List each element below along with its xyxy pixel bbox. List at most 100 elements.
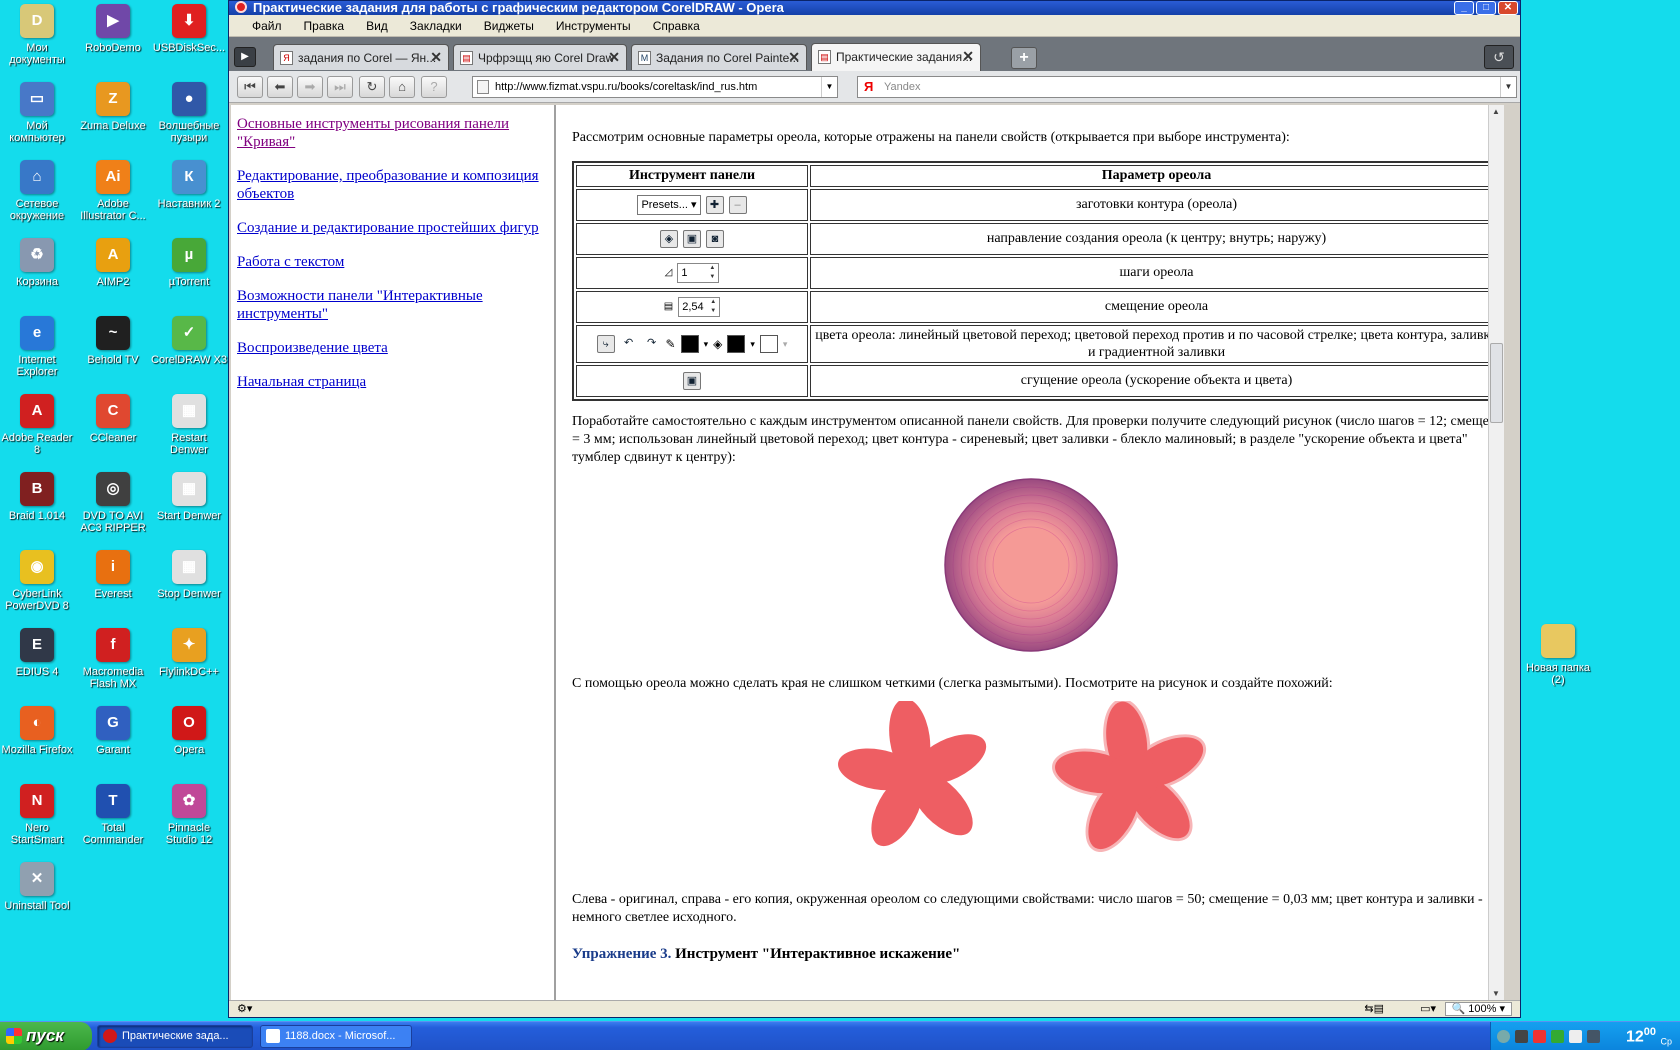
desktop-icon[interactable]: ✕ Uninstall Tool <box>0 858 75 912</box>
desktop-icon[interactable]: ▶ RoboDemo <box>75 0 151 54</box>
forward-button[interactable]: ➡ <box>297 76 323 98</box>
view-icon[interactable]: ▭▾ <box>1420 1002 1436 1015</box>
desktop-icon[interactable]: ◐ Mozilla Firefox <box>0 702 75 756</box>
fast-forward-button[interactable]: ⏭ <box>327 76 353 98</box>
nav-link-color[interactable]: Воспроизведение цвета <box>237 339 550 357</box>
tab-practical-tasks[interactable]: ▤ Практические задания... ✕ <box>811 43 981 71</box>
steps-spinner[interactable]: 1 <box>677 263 720 283</box>
desktop-icon[interactable]: ▭ Мой компьютер <box>0 78 75 144</box>
desktop-icon[interactable]: ⬇ USBDiskSec... <box>151 0 227 54</box>
menu-bookmarks[interactable]: Закладки <box>399 19 473 33</box>
nav-link-shapes[interactable]: Создание и редактирование простейших фиг… <box>237 219 550 237</box>
menu-file[interactable]: Файл <box>241 19 293 33</box>
nav-link-curve-tools[interactable]: Основные инструменты рисования панели "К… <box>237 115 550 151</box>
home-button[interactable]: ⌂ <box>389 76 415 98</box>
desktop-icon[interactable]: A Adobe Reader 8 <box>0 390 75 456</box>
desktop-icon[interactable]: ▦ Restart Denwer <box>151 390 227 456</box>
tab-yandex-search[interactable]: Я задания по Corel — Ян... ✕ <box>273 44 449 70</box>
scroll-up-icon[interactable]: ▲ <box>1492 107 1500 116</box>
close-tab-icon[interactable]: ✕ <box>430 49 442 66</box>
clockwise-icon[interactable]: ↷ <box>643 335 661 353</box>
start-button[interactable]: пуск <box>0 1022 92 1050</box>
desktop-icon[interactable]: ● Волшебные пузыри <box>151 78 227 144</box>
desktop-icon[interactable]: f Macromedia Flash MX <box>75 624 151 690</box>
tray-torrent-icon[interactable] <box>1551 1030 1564 1043</box>
panel-toggle-button[interactable]: ▶ <box>234 47 256 67</box>
taskbar-item-opera[interactable]: Практические зада... <box>97 1025 253 1048</box>
tray-keyboard-icon[interactable] <box>1587 1030 1600 1043</box>
desktop-icon[interactable]: ◉ CyberLink PowerDVD 8 <box>0 546 75 612</box>
wand-button[interactable]: ? <box>421 76 447 98</box>
outside-icon[interactable]: ◙ <box>706 230 724 248</box>
close-tab-icon[interactable]: ✕ <box>788 49 800 66</box>
address-bar[interactable]: http://www.fizmat.vspu.ru/books/coreltas… <box>472 76 838 98</box>
chevron-down-icon[interactable]: ▼ <box>821 77 837 97</box>
scroll-thumb[interactable] <box>1490 343 1503 423</box>
desktop-icon[interactable]: C CCleaner <box>75 390 151 444</box>
chevron-down-icon[interactable]: ▾ <box>750 335 755 353</box>
back-button[interactable]: ⬅ <box>267 76 293 98</box>
desktop-icon[interactable]: ~ Behold TV <box>75 312 151 366</box>
desktop-icon[interactable]: G Garant <box>75 702 151 756</box>
linear-blend-icon[interactable]: ⤷ <box>596 335 615 353</box>
desktop-icon[interactable]: ✓ CorelDRAW X3 <box>151 312 227 366</box>
desktop-icon[interactable]: ▦ Start Denwer <box>151 468 227 522</box>
maximize-button[interactable]: □ <box>1476 1 1496 15</box>
desktop-icon[interactable]: e Internet Explorer <box>0 312 75 378</box>
tray-volume-icon[interactable] <box>1569 1030 1582 1043</box>
minimize-button[interactable]: _ <box>1454 1 1474 15</box>
desktop-icon[interactable]: К Наставник 2 <box>151 156 227 210</box>
menu-view[interactable]: Вид <box>355 19 399 33</box>
desktop-icon[interactable]: µ µTorrent <box>151 234 227 288</box>
counterclockwise-icon[interactable]: ↶ <box>620 335 638 353</box>
presets-select[interactable]: Presets... ▾ <box>637 195 701 215</box>
offset-spinner[interactable]: 2,54 <box>678 297 721 317</box>
desktop-icon[interactable]: N Nero StartSmart <box>0 780 75 846</box>
desktop-icon[interactable]: B Braid 1.014 <box>0 468 75 522</box>
tray-arrow-icon[interactable] <box>1497 1030 1510 1043</box>
close-tab-icon[interactable]: ✕ <box>962 48 974 65</box>
reload-button[interactable]: ↻ <box>359 76 385 98</box>
tab-corel-draw[interactable]: ▤ Чрфрэщц яю Corel Draw ✕ <box>453 44 627 70</box>
panel-icon[interactable]: ⇆▤ <box>1364 1002 1384 1015</box>
nav-link-home[interactable]: Начальная страница <box>237 373 550 391</box>
desktop-icon[interactable]: ✿ Pinnacle Studio 12 <box>151 780 227 846</box>
chevron-down-icon[interactable]: ▾ <box>704 335 709 353</box>
fill-color-swatch[interactable] <box>727 335 746 353</box>
desktop-icon[interactable]: Ai Adobe Illustrator C... <box>75 156 151 222</box>
speed-dial-icon[interactable]: ⚙▾ <box>237 1002 252 1015</box>
desktop-icon[interactable]: E EDIUS 4 <box>0 624 75 678</box>
title-bar[interactable]: Практические задания для работы с графич… <box>229 1 1520 15</box>
menu-help[interactable]: Справка <box>642 19 711 33</box>
plus-icon[interactable]: ✚ <box>705 196 724 214</box>
closed-tabs-trash-icon[interactable]: ↺ <box>1484 45 1514 69</box>
inside-icon[interactable]: ▣ <box>683 230 701 248</box>
chevron-down-icon[interactable]: ▼ <box>1500 77 1516 97</box>
menu-edit[interactable]: Правка <box>293 19 356 33</box>
new-tab-button[interactable]: + <box>1011 47 1037 69</box>
minus-icon[interactable]: – <box>728 196 747 214</box>
tray-network-icon[interactable] <box>1515 1030 1528 1043</box>
gradient-color-swatch[interactable] <box>759 335 778 353</box>
scroll-down-icon[interactable]: ▼ <box>1492 989 1500 998</box>
outline-color-swatch[interactable] <box>680 335 699 353</box>
desktop-icon[interactable]: D Мои документы <box>0 0 75 66</box>
tray-antivirus-icon[interactable] <box>1533 1030 1546 1043</box>
desktop-icon[interactable]: ▦ Stop Denwer <box>151 546 227 600</box>
clock[interactable]: 1200 Ср <box>1626 1026 1672 1046</box>
nav-link-text[interactable]: Работа с текстом <box>237 253 550 271</box>
nav-link-interactive-tools[interactable]: Возможности панели "Интерактивные инстру… <box>237 287 550 323</box>
tab-corel-painter[interactable]: M Задания по Corel Painte... ✕ <box>631 44 807 70</box>
to-center-icon[interactable]: ◈ <box>660 230 678 248</box>
desktop-icon[interactable]: ♻ Корзина <box>0 234 75 288</box>
desktop-icon[interactable]: T Total Commander <box>75 780 151 846</box>
desktop-icon[interactable]: ◎ DVD TO AVI AC3 RIPPER <box>75 468 151 534</box>
search-box[interactable]: Я Yandex ▼ <box>857 76 1517 98</box>
close-window-button[interactable]: ✕ <box>1498 1 1518 15</box>
close-tab-icon[interactable]: ✕ <box>608 49 620 66</box>
vertical-scrollbar[interactable]: ▲ ▼ <box>1488 105 1504 1000</box>
zoom-control[interactable]: 🔍 100% ▾ <box>1444 1002 1512 1016</box>
desktop-icon[interactable]: Новая папка (2) <box>1520 620 1596 686</box>
menu-tools[interactable]: Инструменты <box>545 19 642 33</box>
chevron-down-icon[interactable]: ▾ <box>783 335 788 353</box>
